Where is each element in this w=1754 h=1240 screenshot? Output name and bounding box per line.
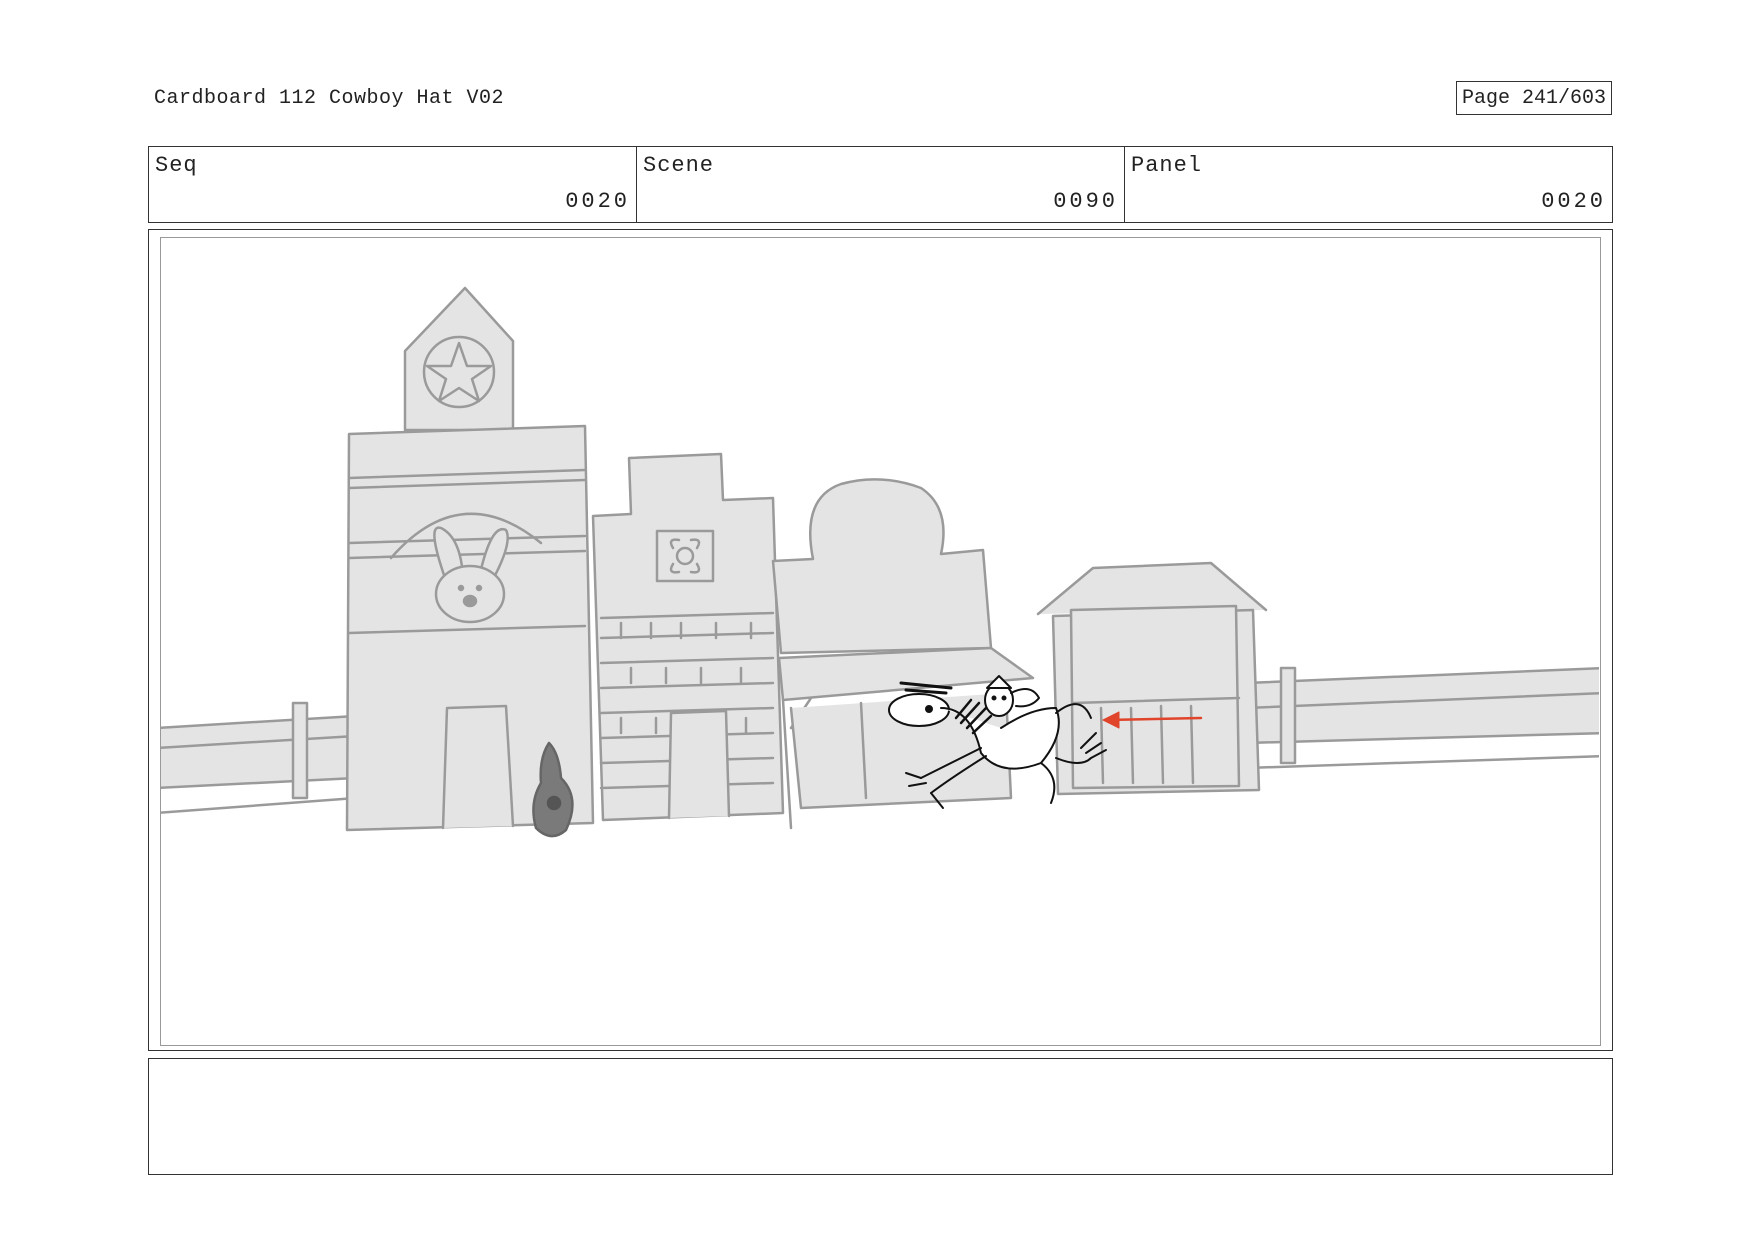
fence-left: [161, 701, 358, 814]
fence-right: [1244, 666, 1599, 770]
seq-value: 0020: [565, 189, 630, 214]
shot-info-table: Seq 0020 Scene 0090 Panel 0020: [148, 146, 1613, 223]
page-indicator: Page 241/603: [1456, 81, 1612, 115]
scene-value: 0090: [1053, 189, 1118, 214]
panel-notes-box: [148, 1058, 1613, 1175]
storyboard-panel: [160, 237, 1601, 1046]
scene-cell: Scene 0090: [637, 147, 1125, 222]
barn-building: [1036, 561, 1268, 796]
tower-building: [345, 286, 595, 832]
scene-label: Scene: [643, 153, 715, 178]
saloon-building: [771, 478, 1035, 830]
panel-cell: Panel 0020: [1125, 147, 1612, 222]
storyboard-panel-frame: [148, 229, 1613, 1051]
storyboard-sketch: [161, 286, 1599, 838]
seq-label: Seq: [155, 153, 198, 178]
panel-label: Panel: [1131, 153, 1203, 178]
seq-cell: Seq 0020: [149, 147, 637, 222]
flower-building: [591, 452, 785, 822]
panel-value: 0020: [1541, 189, 1606, 214]
document-title: Cardboard 112 Cowboy Hat V02: [154, 87, 505, 110]
